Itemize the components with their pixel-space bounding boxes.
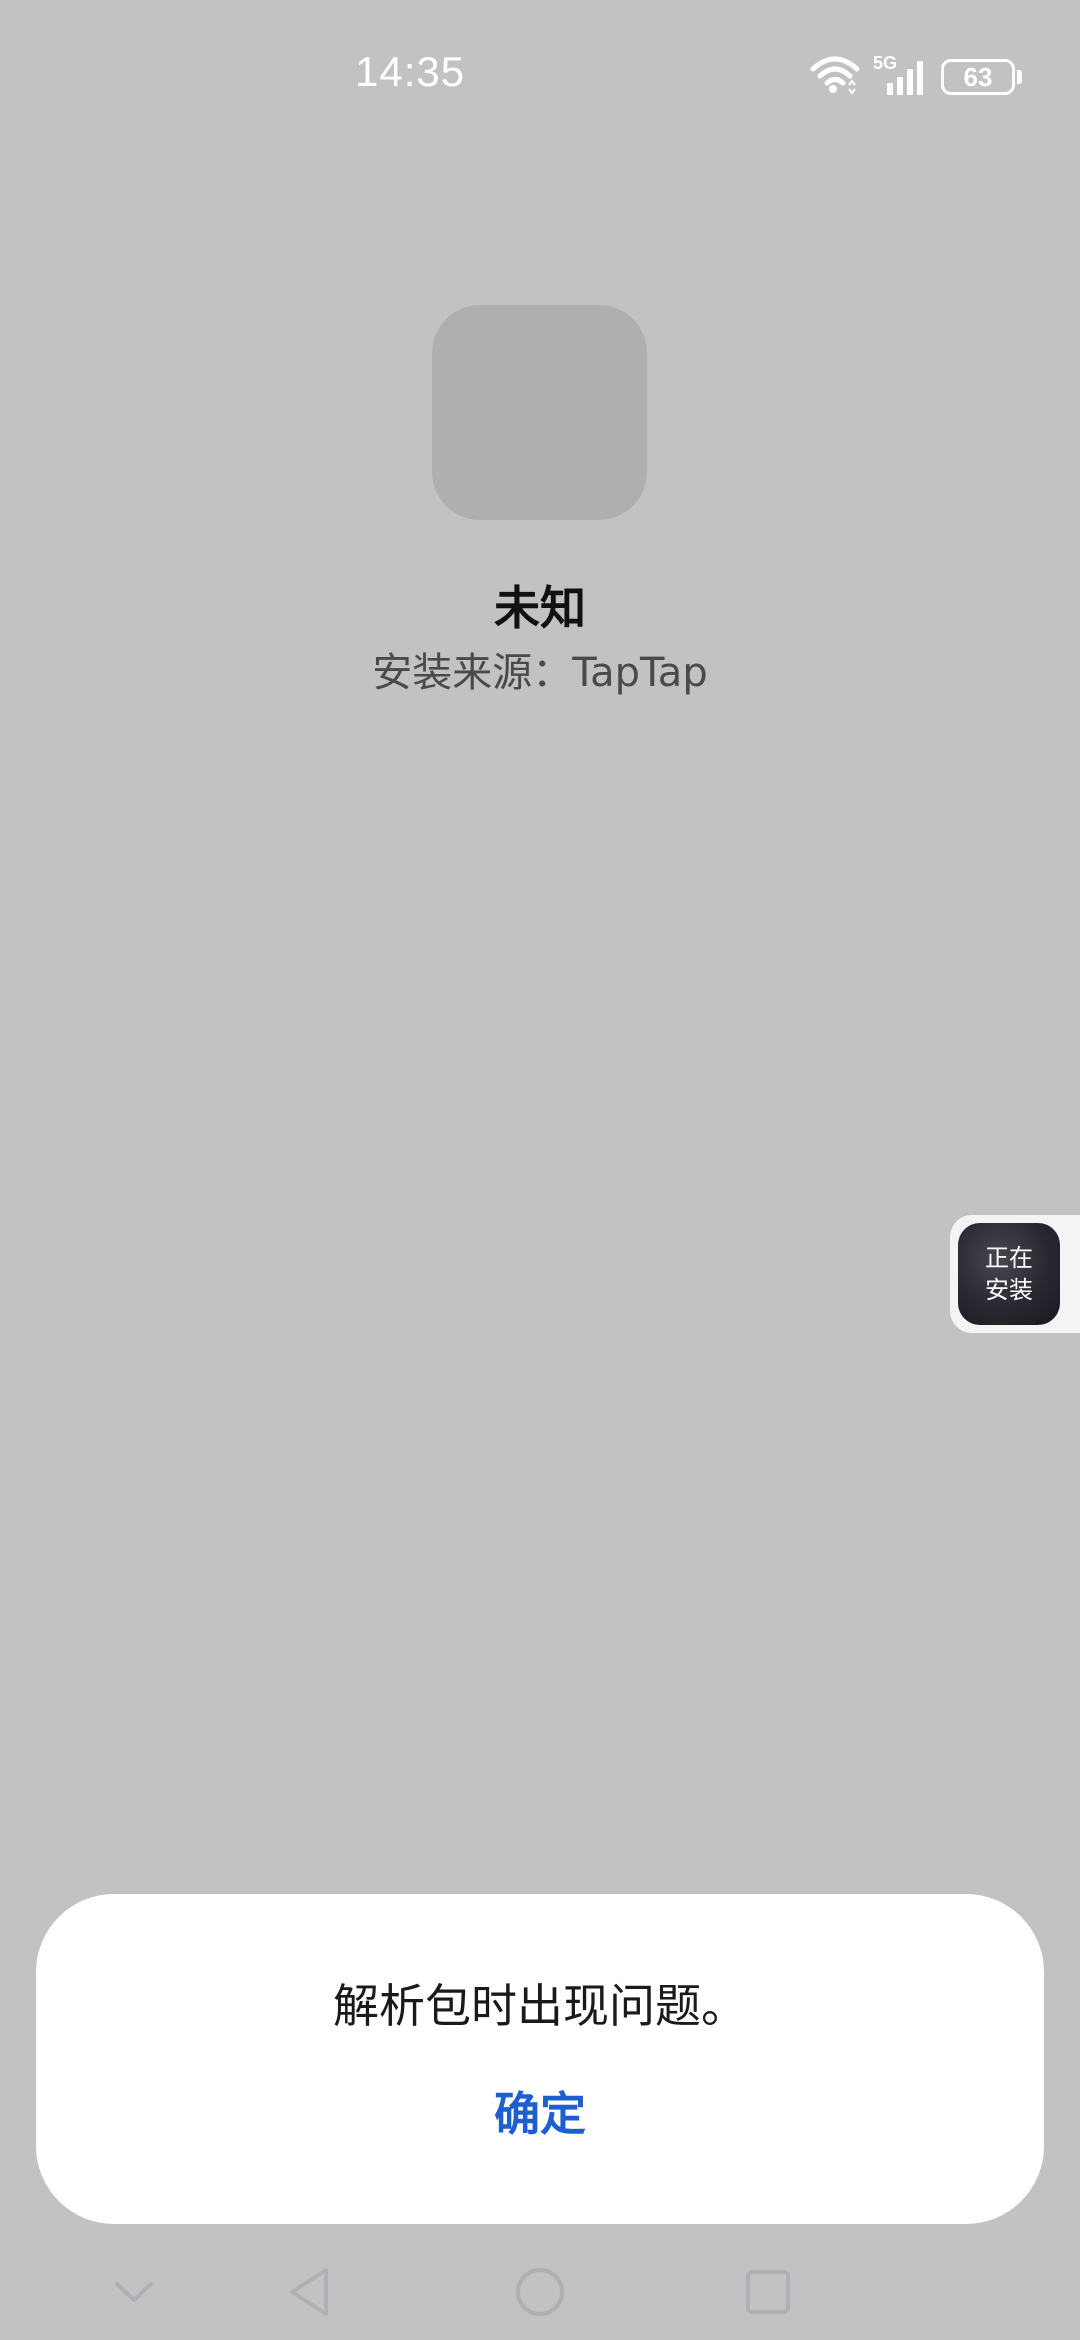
dialog-message: 解析包时出现问题。 — [333, 1979, 747, 2033]
floating-installer[interactable]: 正在 安装 — [950, 1215, 1080, 1333]
error-dialog: 解析包时出现问题。 确定 — [36, 1894, 1044, 2224]
status-bar: 14:35 5G 63 — [0, 0, 1080, 150]
confirm-button[interactable]: 确定 — [440, 2074, 640, 2154]
home-icon[interactable] — [508, 2260, 572, 2324]
install-source: 安装来源：TapTap — [372, 650, 708, 696]
app-icon-placeholder — [432, 305, 647, 520]
recents-icon[interactable] — [736, 2260, 800, 2324]
nav-bar — [0, 2240, 1080, 2340]
battery-level: 63 — [941, 59, 1015, 95]
installing-label-line2: 安装 — [985, 1276, 1033, 1304]
wifi-icon — [809, 55, 861, 99]
collapse-icon[interactable] — [102, 2260, 166, 2324]
app-name: 未知 — [494, 581, 586, 635]
installing-badge[interactable]: 正在 安装 — [958, 1223, 1060, 1325]
status-icons: 5G 63 — [809, 52, 1022, 102]
signal-5g-icon: 5G — [873, 53, 929, 97]
installing-label-line1: 正在 — [985, 1244, 1033, 1272]
status-time: 14:35 — [355, 48, 466, 95]
battery-tip — [1017, 70, 1022, 84]
back-icon[interactable] — [278, 2260, 342, 2324]
battery-icon: 63 — [941, 59, 1022, 95]
